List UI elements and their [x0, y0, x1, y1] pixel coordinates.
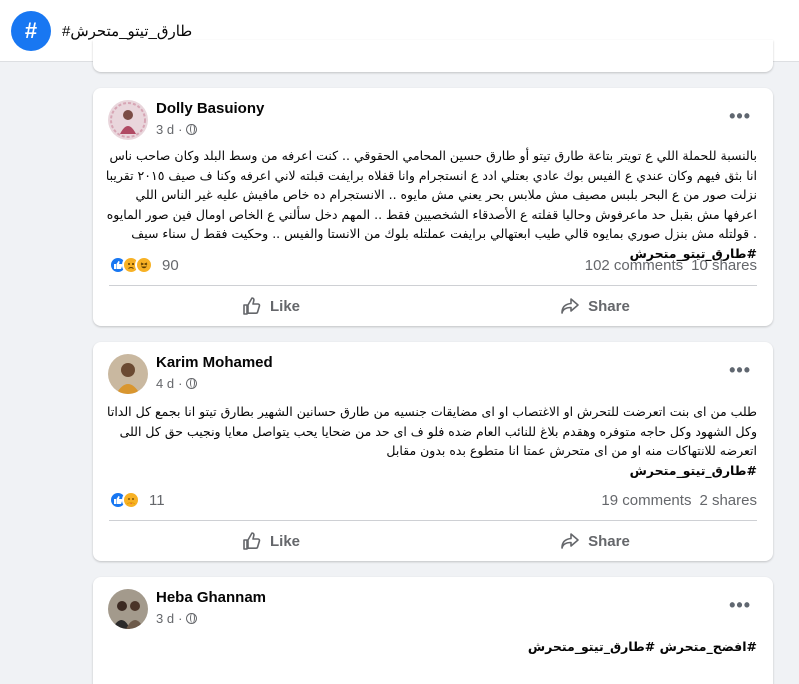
share-label: Share — [588, 532, 630, 550]
post-author[interactable]: Heba Ghannam — [156, 589, 266, 606]
like-button[interactable]: Like — [109, 523, 433, 559]
post-meta: 3 d · — [156, 611, 198, 626]
post-time[interactable]: 4 d — [156, 376, 174, 391]
post-card: Karim Mohamed 4 d · ••• طلب من اى بنت ات… — [93, 342, 773, 561]
reaction-count[interactable]: 90 — [162, 257, 179, 274]
post-text-block: #افضح_متحرش #طارق_تيتو_متحرش — [105, 637, 757, 657]
hashtag-icon: # — [11, 11, 51, 51]
more-icon[interactable]: ••• — [729, 106, 751, 127]
post-hashtag[interactable]: #طارق_تيتو_متحرش — [630, 463, 757, 478]
avatar[interactable] — [108, 354, 148, 394]
post-time[interactable]: 3 d — [156, 611, 174, 626]
post-time[interactable]: 3 d — [156, 122, 174, 137]
haha-reaction-icon — [135, 256, 153, 274]
post-text: طلب من اى بنت اتعرضت للتحرش او الاغتصاب … — [107, 404, 757, 458]
previous-post-card — [93, 40, 773, 72]
like-label: Like — [269, 532, 300, 550]
divider — [109, 285, 757, 286]
divider — [109, 520, 757, 521]
like-button[interactable]: Like — [109, 288, 433, 324]
globe-icon — [186, 378, 198, 389]
post-actions: Like Share — [109, 288, 757, 324]
post-stats: 11 19 comments 2 shares — [109, 490, 757, 510]
reactions-summary[interactable]: 11 — [109, 491, 165, 509]
post-author[interactable]: Dolly Basuiony — [156, 100, 264, 117]
reactions-summary[interactable]: 90 — [109, 256, 179, 274]
post-card: Heba Ghannam 3 d · ••• #افضح_متحرش #طارق… — [93, 577, 773, 684]
like-label: Like — [269, 297, 300, 315]
globe-icon — [186, 613, 198, 624]
post-text-block: طلب من اى بنت اتعرضت للتحرش او الاغتصاب … — [105, 402, 757, 480]
post-text: بالنسبة للحملة اللي ع تويتر بتاعة طارق ت… — [105, 148, 757, 241]
post-actions: Like Share — [109, 523, 757, 559]
post-card: Dolly Basuiony 3 d · ••• بالنسبة للحملة … — [93, 88, 773, 326]
avatar[interactable] — [108, 589, 148, 629]
post-meta: 4 d · — [156, 376, 198, 391]
share-button[interactable]: Share — [433, 288, 757, 324]
comments-count[interactable]: 19 comments — [601, 492, 691, 509]
thumbs-up-icon — [243, 532, 261, 550]
globe-icon — [186, 124, 198, 135]
share-icon — [561, 298, 579, 314]
shares-count[interactable]: 2 shares — [699, 492, 757, 509]
share-icon — [561, 533, 579, 549]
comments-count[interactable]: 102 comments — [585, 257, 683, 274]
more-icon[interactable]: ••• — [729, 595, 751, 616]
more-icon[interactable]: ••• — [729, 360, 751, 381]
share-button[interactable]: Share — [433, 523, 757, 559]
post-author[interactable]: Karim Mohamed — [156, 354, 273, 371]
post-meta: 3 d · — [156, 122, 198, 137]
avatar[interactable] — [108, 100, 148, 140]
shares-count[interactable]: 10 shares — [691, 257, 757, 274]
reaction-count[interactable]: 11 — [149, 492, 165, 509]
post-hashtag[interactable]: #افضح_متحرش #طارق_تيتو_متحرش — [528, 639, 757, 654]
share-label: Share — [588, 297, 630, 315]
hashtag-title[interactable]: #طارق_تيتو_متحرش — [62, 22, 192, 40]
post-text-block: بالنسبة للحملة اللي ع تويتر بتاعة طارق ت… — [105, 146, 757, 263]
thumbs-up-icon — [243, 297, 261, 315]
care-reaction-icon — [122, 491, 140, 509]
post-stats: 90 102 comments 10 shares — [109, 255, 757, 275]
